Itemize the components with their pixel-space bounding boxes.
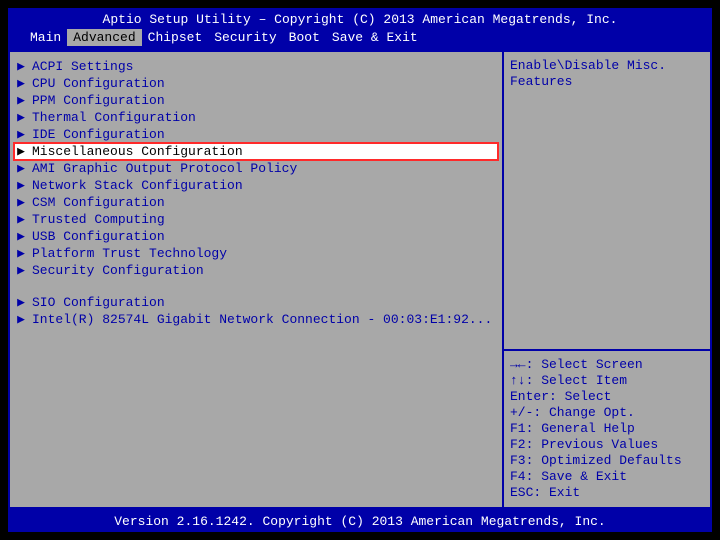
key-help-line: F3: Optimized Defaults	[510, 453, 704, 469]
menu-item-label: USB Configuration	[32, 229, 165, 244]
menu-item[interactable]: ▶ CPU Configuration	[14, 75, 498, 92]
menu-item-label: Miscellaneous Configuration	[32, 144, 243, 159]
menu-item[interactable]: ▶ Thermal Configuration	[14, 109, 498, 126]
menu-item[interactable]: ▶ AMI Graphic Output Protocol Policy	[14, 160, 498, 177]
menu-pane: ▶ ACPI Settings ▶ CPU Configuration ▶ PPM Con…	[8, 50, 502, 509]
work-area: ▶ ACPI Settings ▶ CPU Configuration ▶ PPM Con…	[8, 48, 712, 511]
title-text: Aptio Setup Utility – Copyright (C) 2013…	[103, 12, 618, 27]
menu-item-label: Intel(R) 82574L Gigabit Network Connecti…	[32, 312, 492, 327]
help-pane: Enable\Disable Misc. Features →←: Select…	[502, 50, 712, 509]
title-bar: Aptio Setup Utility – Copyright (C) 2013…	[8, 8, 712, 29]
key-help-line: →←: Select Screen	[510, 357, 704, 373]
menu-item[interactable]: ▶ CSM Configuration	[14, 194, 498, 211]
key-help-list: →←: Select Screen↑↓: Select ItemEnter: S…	[510, 357, 704, 501]
menu-item-label: Platform Trust Technology	[32, 246, 227, 261]
submenu-arrow-icon: ▶	[16, 93, 26, 108]
menu-item[interactable]: ▶ Network Stack Configuration	[14, 177, 498, 194]
submenu-arrow-icon: ▶	[16, 76, 26, 91]
menu-item-label: CPU Configuration	[32, 76, 165, 91]
submenu-arrow-icon: ▶	[16, 178, 26, 193]
menu-item[interactable]: ▶ Security Configuration	[14, 262, 498, 279]
tab-advanced[interactable]: Advanced	[67, 29, 141, 46]
menu-item-label: SIO Configuration	[32, 295, 165, 310]
submenu-arrow-icon: ▶	[16, 295, 26, 310]
key-help-line: ↑↓: Select Item	[510, 373, 704, 389]
key-help-line: F2: Previous Values	[510, 437, 704, 453]
submenu-arrow-icon: ▶	[16, 212, 26, 227]
key-help-line: F4: Save & Exit	[510, 469, 704, 485]
tab-main[interactable]: Main	[24, 29, 67, 46]
menu-item-label: AMI Graphic Output Protocol Policy	[32, 161, 297, 176]
menu-item-label: Network Stack Configuration	[32, 178, 243, 193]
tab-save-exit[interactable]: Save & Exit	[326, 29, 424, 46]
submenu-arrow-icon: ▶	[16, 144, 26, 159]
menu-item[interactable]: ▶ ACPI Settings	[14, 58, 498, 75]
submenu-arrow-icon: ▶	[16, 59, 26, 74]
menu-item-label: Thermal Configuration	[32, 110, 196, 125]
menu-item-label: CSM Configuration	[32, 195, 165, 210]
submenu-arrow-icon: ▶	[16, 127, 26, 142]
key-help-line: F1: General Help	[510, 421, 704, 437]
menu-item[interactable]: ▶ Platform Trust Technology	[14, 245, 498, 262]
submenu-arrow-icon: ▶	[16, 246, 26, 261]
submenu-arrow-icon: ▶	[16, 312, 26, 327]
menu-item[interactable]: ▶ IDE Configuration	[14, 126, 498, 143]
footer-bar: Version 2.16.1242. Copyright (C) 2013 Am…	[8, 511, 712, 532]
key-help-line: Enter: Select	[510, 389, 704, 405]
key-help-line: ESC: Exit	[510, 485, 704, 501]
menu-item-label: Trusted Computing	[32, 212, 165, 227]
menu-item[interactable]: ▶ Intel(R) 82574L Gigabit Network Connect…	[14, 311, 498, 328]
tab-security[interactable]: Security	[208, 29, 282, 46]
submenu-arrow-icon: ▶	[16, 263, 26, 278]
footer-text: Version 2.16.1242. Copyright (C) 2013 Am…	[114, 514, 605, 529]
menu-item[interactable]: ▶ Trusted Computing	[14, 211, 498, 228]
menu-item-label: Security Configuration	[32, 263, 204, 278]
menu-item[interactable]: ▶ Miscellaneous Configuration	[14, 143, 498, 160]
submenu-arrow-icon: ▶	[16, 110, 26, 125]
menu-item-label: IDE Configuration	[32, 127, 165, 142]
submenu-arrow-icon: ▶	[16, 195, 26, 210]
menu-bar: MainAdvancedChipsetSecurityBootSave & Ex…	[8, 29, 712, 48]
bios-screen: Aptio Setup Utility – Copyright (C) 2013…	[0, 0, 720, 540]
menu-group-spacer	[14, 279, 498, 294]
help-divider	[504, 349, 710, 351]
submenu-arrow-icon: ▶	[16, 161, 26, 176]
menu-item[interactable]: ▶ PPM Configuration	[14, 92, 498, 109]
submenu-arrow-icon: ▶	[16, 229, 26, 244]
tab-boot[interactable]: Boot	[283, 29, 326, 46]
help-spacer	[510, 90, 704, 343]
menu-item-label: ACPI Settings	[32, 59, 133, 74]
help-description: Enable\Disable Misc. Features	[510, 58, 704, 90]
key-help-line: +/-: Change Opt.	[510, 405, 704, 421]
menu-item[interactable]: ▶ SIO Configuration	[14, 294, 498, 311]
menu-item-label: PPM Configuration	[32, 93, 165, 108]
menu-item[interactable]: ▶ USB Configuration	[14, 228, 498, 245]
tab-chipset[interactable]: Chipset	[142, 29, 209, 46]
